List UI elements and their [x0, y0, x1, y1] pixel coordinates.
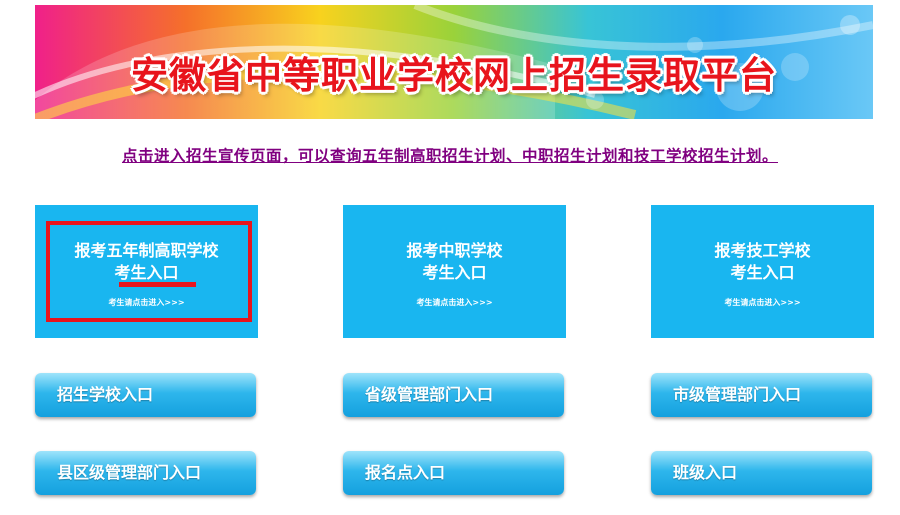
entry-card-hint: 考生请点击进入>>>	[724, 298, 801, 307]
city-admin-portal-button[interactable]: 市级管理部门入口	[651, 373, 872, 417]
header-banner: 安徽省中等职业学校网上招生录取平台	[35, 5, 873, 119]
red-highlight-box	[46, 221, 252, 322]
entry-card-hint: 考生请点击进入>>>	[416, 298, 493, 307]
page-title: 安徽省中等职业学校网上招生录取平台	[131, 54, 777, 97]
promo-page-link[interactable]: 点击进入招生宣传页面，可以查询五年制高职招生计划、中职招生计划和技工学校招生计划…	[0, 144, 900, 166]
school-portal-button[interactable]: 招生学校入口	[35, 373, 256, 417]
registration-point-portal-button[interactable]: 报名点入口	[343, 451, 564, 495]
class-portal-button[interactable]: 班级入口	[651, 451, 872, 495]
entry-card-subtitle: 考生入口	[422, 263, 487, 282]
entry-card-technical-school[interactable]: 报考技工学校 考生入口 考生请点击进入>>>	[651, 205, 874, 338]
provincial-admin-portal-button[interactable]: 省级管理部门入口	[343, 373, 564, 417]
entry-card-subtitle: 考生入口	[730, 263, 795, 282]
entry-card-secondary-vocational[interactable]: 报考中职学校 考生入口 考生请点击进入>>>	[343, 205, 566, 338]
county-admin-portal-button[interactable]: 县区级管理部门入口	[35, 451, 256, 495]
entry-card-title: 报考技工学校	[714, 241, 811, 260]
entry-card-title: 报考中职学校	[406, 241, 503, 260]
red-underline-mark	[119, 282, 196, 287]
